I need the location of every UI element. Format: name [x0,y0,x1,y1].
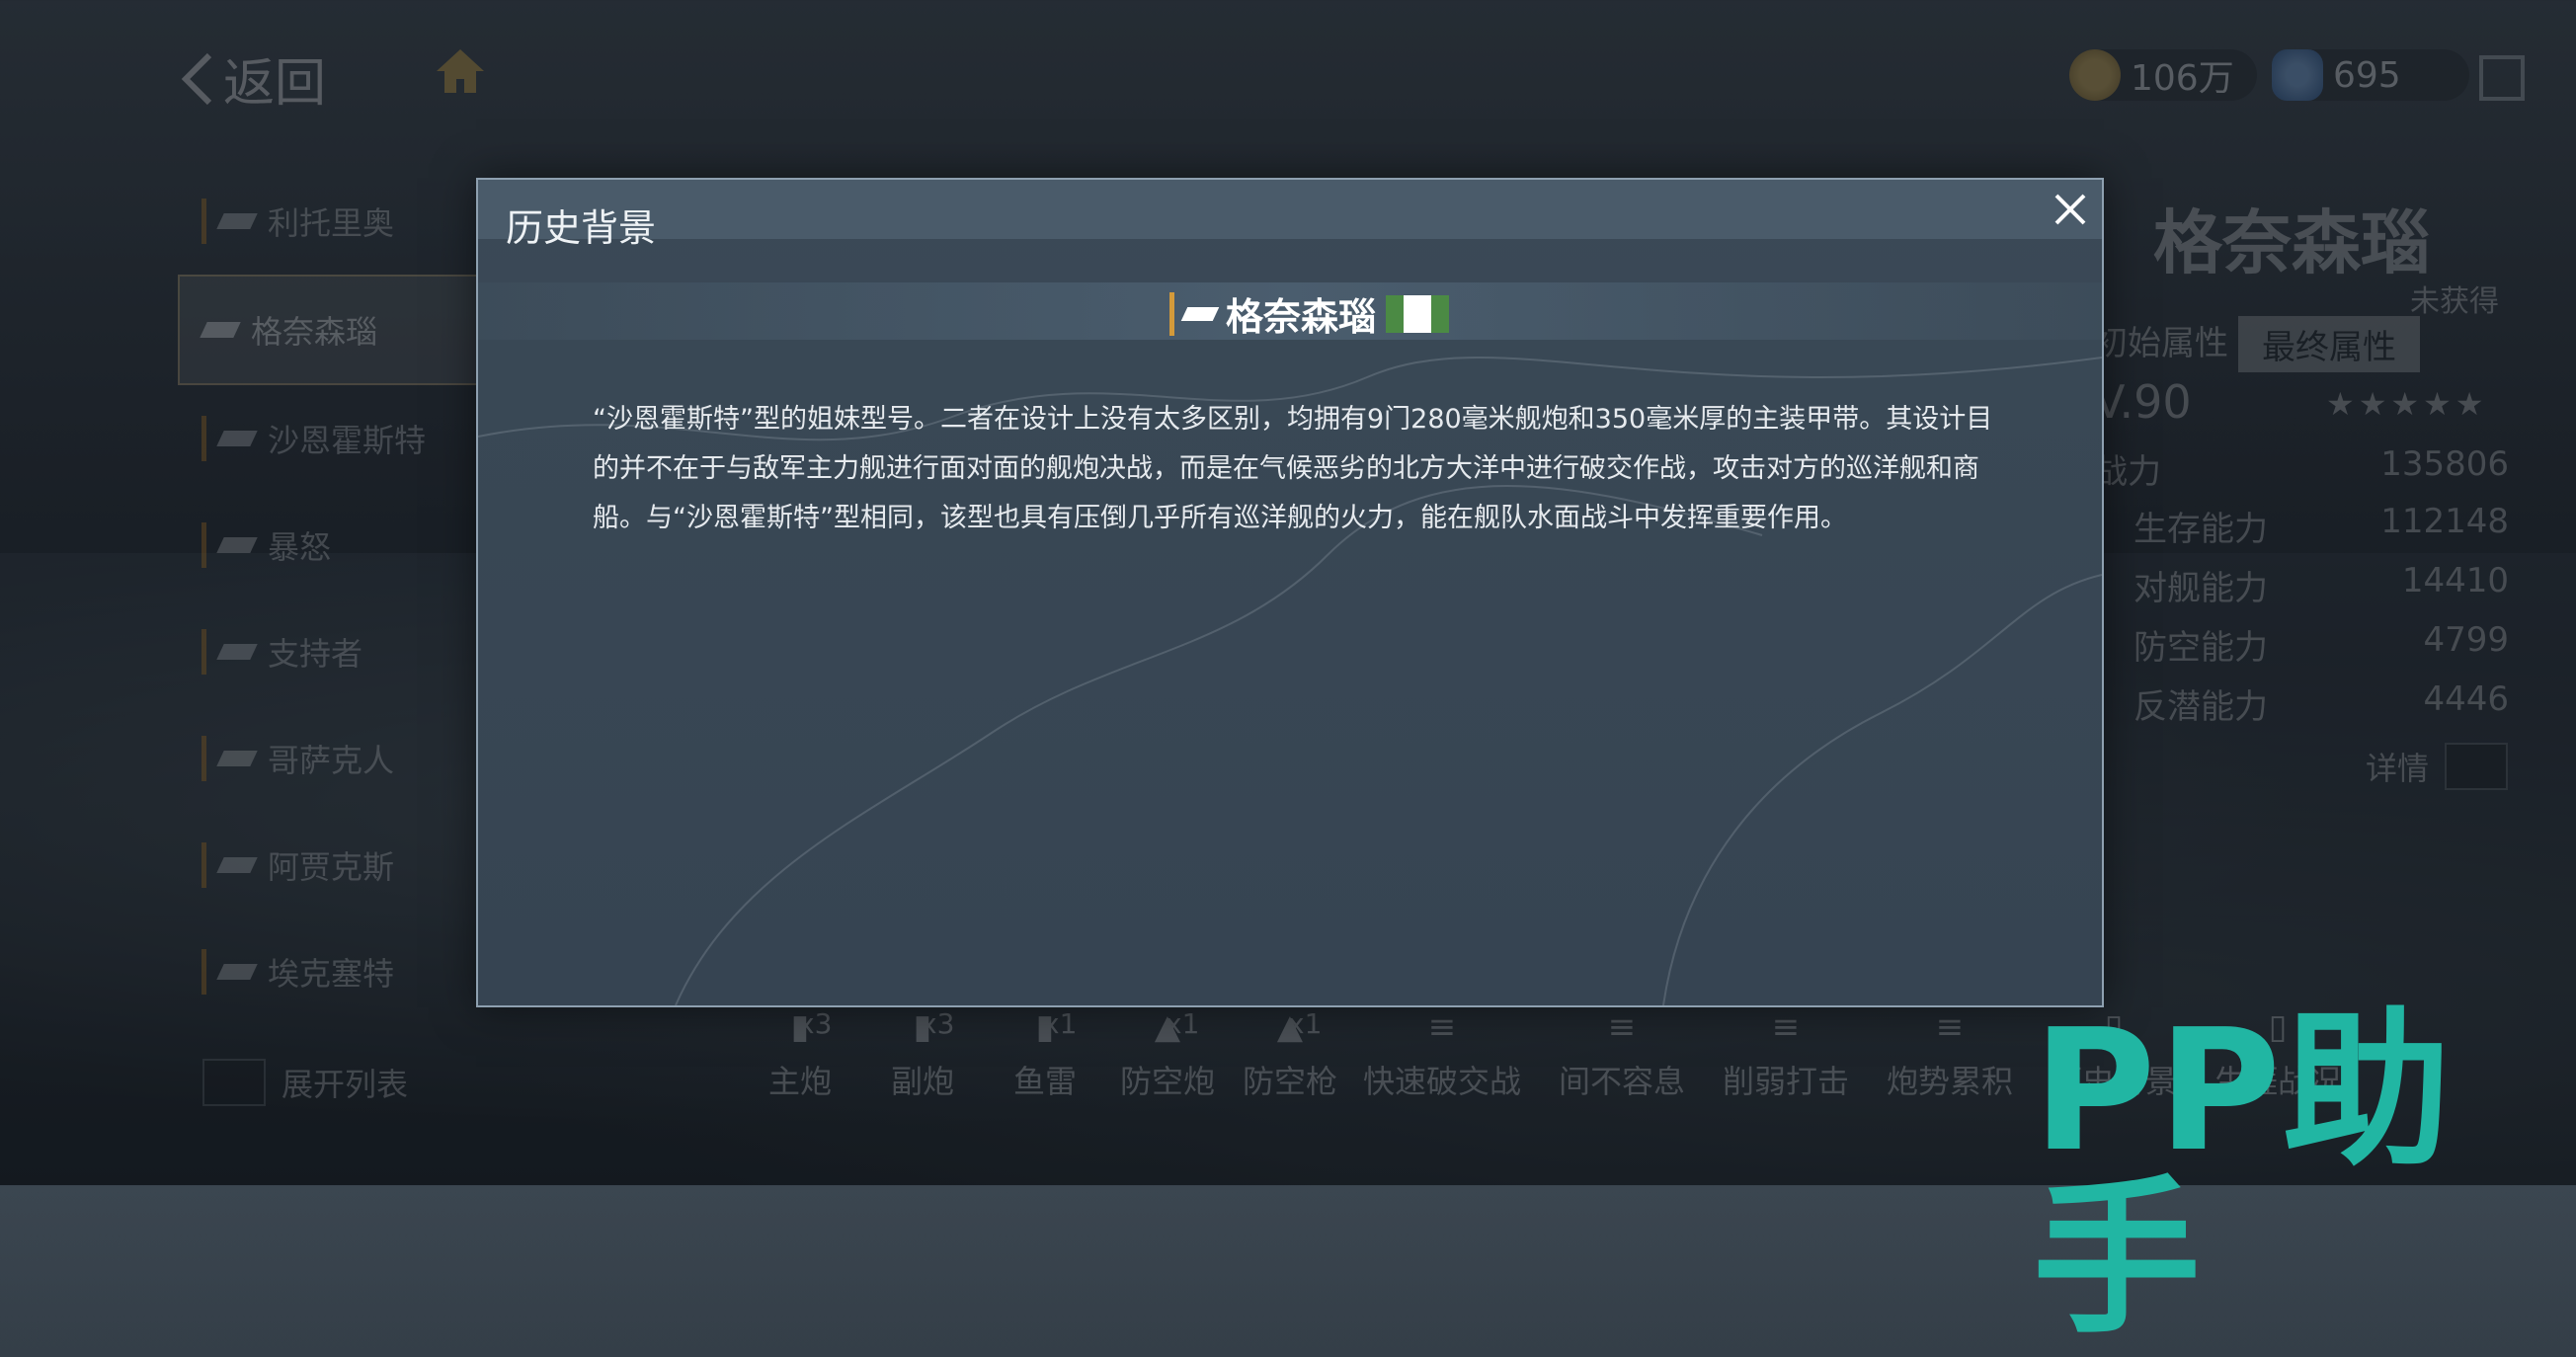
history-text: “沙恩霍斯特”型的姐妹型号。二者在设计上没有太多区别，均拥有9门280毫米舰炮和… [593,404,1993,533]
ship-class-icon [1180,306,1220,321]
nation-flag-icon [1386,294,1450,333]
dialog-ship-heading: 格奈森瑙 [1169,286,1450,341]
dialog-title: 历史背景 [506,206,657,250]
close-icon[interactable] [2051,190,2090,229]
dialog-title-tab [478,180,2102,239]
dialog-ship-name: 格奈森瑙 [1226,295,1377,339]
rarity-bar [1169,291,1174,336]
watermark: PP助手 [2033,994,2454,1357]
history-dialog: 历史背景 格奈森瑙 “沙恩霍斯特”型的姐妹型号。二者在设计上没有太多区别，均拥有… [476,178,2104,1007]
